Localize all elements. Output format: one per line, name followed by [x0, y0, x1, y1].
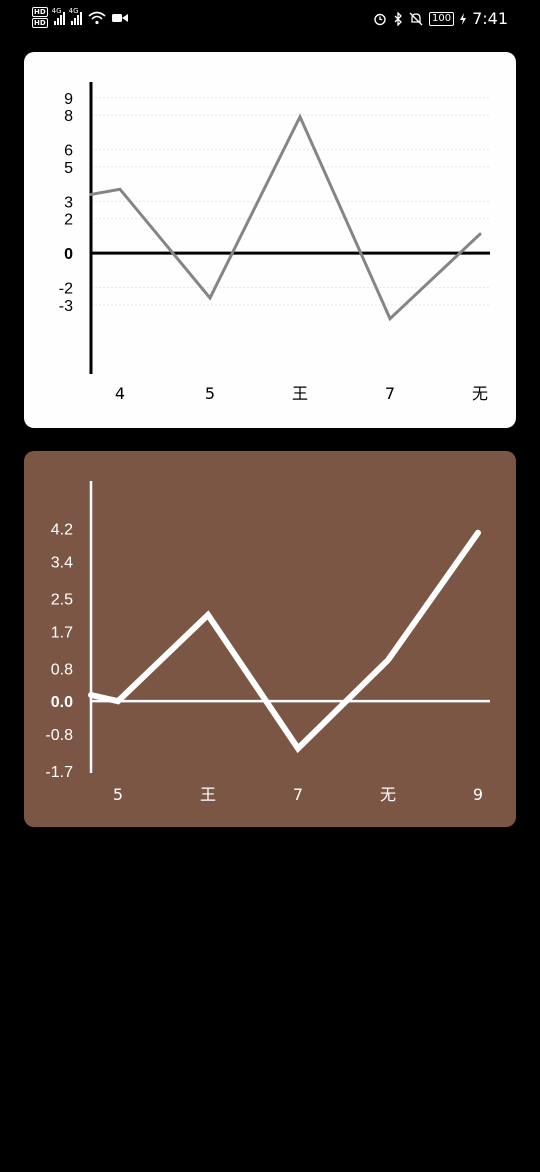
hd-icon: HD HD	[32, 7, 48, 28]
status-bar-right: 100 7:41	[373, 9, 508, 28]
y-tick-label: 0.8	[51, 661, 73, 678]
x-tick-label: 王	[292, 384, 308, 403]
y-tick-label: 8	[64, 108, 73, 125]
status-time: 7:41	[472, 9, 508, 28]
y-tick-label: 4.2	[51, 522, 73, 539]
hd-badge: HD	[32, 18, 48, 28]
series-line	[88, 529, 481, 754]
alarm-icon	[374, 13, 386, 25]
signal-icon: 4G	[69, 7, 82, 25]
charging-icon	[460, 12, 467, 25]
chart-card-1: 9 8 6 5 3 2 0 -2 -3 4 5 王 7 无	[24, 52, 516, 428]
y-tick-label: -3	[59, 298, 73, 315]
line-chart-1: 9865320-2-34 5 王 7 无	[59, 82, 490, 403]
network-label: 4G	[51, 6, 62, 15]
y-tick-label: 3.4	[51, 555, 73, 572]
y-tick-label: 3	[64, 194, 73, 211]
x-tick-label: 4	[115, 384, 125, 403]
x-tick-label: 5	[205, 384, 215, 403]
x-tick-label: 7	[385, 384, 395, 403]
y-tick-label: 9	[64, 91, 73, 108]
mute-icon	[409, 12, 423, 25]
x-tick-label: 5	[113, 785, 123, 804]
status-bar: HD HD 4G 4G 100 7:41	[0, 0, 540, 40]
chart-card-2: 4.2 3.4 2.5 1.7 0.8 0.0 -0.8 -1.7 5 王 7 无 9	[24, 451, 516, 827]
line-chart-2: 4.2 3.4 2.5 1.7 0.8 0.0 -0.8 -1.7 5 王 7 无 9	[45, 481, 490, 804]
video-call-icon	[111, 13, 128, 22]
x-tick-label: 无	[380, 785, 396, 804]
x-tick-label: 无	[472, 384, 488, 403]
y-tick-label: -2	[59, 281, 73, 298]
x-tick-label: 王	[200, 785, 216, 804]
x-tick-label: 7	[293, 785, 303, 804]
y-tick-label: -0.8	[45, 727, 73, 744]
y-tick-label: 2	[64, 212, 73, 229]
network-label: 4G	[68, 6, 79, 15]
status-bar-left: HD HD 4G 4G	[32, 7, 128, 28]
bluetooth-icon	[394, 11, 402, 26]
y-tick-label: 1.7	[51, 624, 73, 641]
y-tick-label: 0	[64, 246, 73, 263]
series-line	[89, 113, 482, 322]
x-tick-label: 9	[473, 785, 483, 804]
y-tick-label: 2.5	[51, 591, 73, 608]
y-tick-label: -1.7	[45, 764, 73, 781]
y-tick-label: 6	[64, 143, 73, 160]
wifi-icon	[88, 11, 106, 24]
hd-badge: HD	[32, 7, 48, 17]
battery-icon: 100	[428, 11, 455, 26]
y-tick-label: 0.0	[51, 694, 73, 711]
signal-icon: 4G	[52, 7, 65, 25]
y-tick-label: 5	[64, 160, 73, 177]
